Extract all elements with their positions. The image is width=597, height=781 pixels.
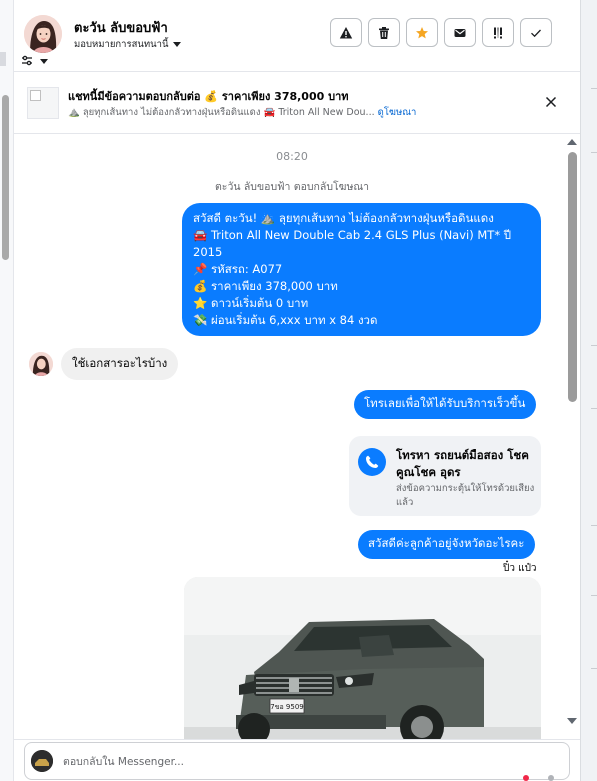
important-icon xyxy=(494,27,502,38)
outgoing-message[interactable]: โทรเลยเพื่อให้ได้รับบริการเร็วขึ้น xyxy=(354,390,537,419)
like-peek-icon xyxy=(548,775,554,781)
right-page-edge xyxy=(580,0,597,781)
close-banner-button[interactable] xyxy=(542,93,560,111)
label-filter-button[interactable] xyxy=(21,52,51,66)
view-ad-link[interactable]: ดูโฆษณา xyxy=(378,107,417,118)
page-scrollbar[interactable] xyxy=(2,95,9,260)
message-line: 2015 xyxy=(193,245,223,259)
message-line: 💸 ผ่อนเริ่มต้น 6,xxx บาท x 84 งวด xyxy=(193,313,378,327)
ad-context-banner: แชทนี้มีข้อความตอบกลับต่อ 💰 ราคาเพียง 37… xyxy=(14,72,580,134)
envelope-icon xyxy=(454,28,466,37)
thread-scrollbar[interactable] xyxy=(568,152,577,402)
scroll-down-arrow[interactable] xyxy=(567,718,577,724)
report-spam-button[interactable] xyxy=(330,18,362,47)
sliders-icon xyxy=(22,55,32,66)
car-photo[interactable]: 7ขอ 9509 xyxy=(184,577,541,739)
composer-area xyxy=(14,739,580,781)
assign-conversation-dropdown[interactable]: มอบหมายการสนทนานี้ xyxy=(74,37,181,52)
customer-avatar[interactable] xyxy=(29,352,53,376)
message-input[interactable] xyxy=(63,752,543,772)
conversation-header: ตะวัน ลับขอบฟ้า มอบหมายการสนทนานี้ xyxy=(14,0,580,72)
warning-icon xyxy=(339,26,353,38)
message-line: 📌 รหัสรถ: A077 xyxy=(193,262,283,276)
chevron-down-icon xyxy=(172,42,181,47)
emoji-peek-icon xyxy=(523,775,529,781)
check-icon xyxy=(531,29,541,37)
contact-avatar[interactable] xyxy=(24,15,62,53)
message-timestamp: 08:20 xyxy=(276,150,308,163)
chevron-down-icon xyxy=(40,59,48,64)
ad-thumbnail[interactable] xyxy=(27,87,59,119)
outgoing-message[interactable]: สวัสดีค่ะลูกค้าอยู่จังหวัดอะไรคะ xyxy=(358,530,536,559)
close-icon xyxy=(545,96,557,108)
scroll-up-arrow[interactable] xyxy=(567,139,577,145)
left-edge-tab xyxy=(0,52,6,66)
call-request-card[interactable]: โทรหา รถยนต์มือสอง โชคคูณโชค อุดร ส่งข้อ… xyxy=(349,436,541,516)
license-plate: 7ขอ 9509 xyxy=(270,703,303,711)
delete-button[interactable] xyxy=(368,18,400,47)
call-card-subtitle: ส่งข้อความกระตุ้นให้โทรด้วยเสียงแล้ว xyxy=(396,483,535,508)
left-page-edge xyxy=(0,0,14,781)
outgoing-ad-message[interactable]: สวัสดี ตะวัน! ⛰️ ลุยทุกเส้นทาง ไม่ต้องกล… xyxy=(182,203,541,336)
call-card-title: โทรหา รถยนต์มือสอง โชคคูณโชค อุดร xyxy=(396,448,529,479)
page-avatar xyxy=(31,750,53,772)
ad-reply-notice: ตะวัน ลับขอบฟ้า ตอบกลับโฆษณา xyxy=(214,181,370,193)
contact-name[interactable]: ตะวัน ลับขอบฟ้า xyxy=(74,17,168,38)
ad-banner-subtitle: ⛰️ ลุยทุกเส้นทาง ไม่ต้องกลัวทางฝุ่นหรือด… xyxy=(68,105,416,120)
message-line: ⭐ ดาวน์เริ่มต้น 0 บาท xyxy=(193,296,309,310)
sender-name: ปิ๋ว แป๋ว xyxy=(503,563,537,574)
mark-done-button[interactable] xyxy=(520,18,552,47)
ad-subtitle-text: ⛰️ ลุยทุกเส้นทาง ไม่ต้องกลัวทางฝุ่นหรือด… xyxy=(68,107,375,118)
follow-up-button[interactable] xyxy=(482,18,514,47)
message-line: 💰 ราคาเพียง 378,000 บาท xyxy=(193,279,338,293)
star-button[interactable] xyxy=(406,18,438,47)
ad-banner-title: แชทนี้มีข้อความตอบกลับต่อ 💰 ราคาเพียง 37… xyxy=(68,90,349,103)
incoming-message[interactable]: ใช้เอกสารอะไรบ้าง xyxy=(61,348,179,380)
message-line: 🚘 Triton All New Double Cab 2.4 GLS Plus… xyxy=(193,228,512,242)
assign-label: มอบหมายการสนทนานี้ xyxy=(74,39,169,50)
phone-icon xyxy=(358,448,386,476)
mark-unread-button[interactable] xyxy=(444,18,476,47)
reply-composer[interactable] xyxy=(24,742,570,780)
conversation-actions xyxy=(330,18,552,47)
message-thread: 08:20 ตะวัน ลับขอบฟ้า ตอบกลับโฆษณา สวัสด… xyxy=(14,134,580,739)
message-line: สวัสดี ตะวัน! ⛰️ ลุยทุกเส้นทาง ไม่ต้องกล… xyxy=(193,211,494,225)
star-icon xyxy=(416,26,428,38)
trash-icon xyxy=(379,26,389,39)
